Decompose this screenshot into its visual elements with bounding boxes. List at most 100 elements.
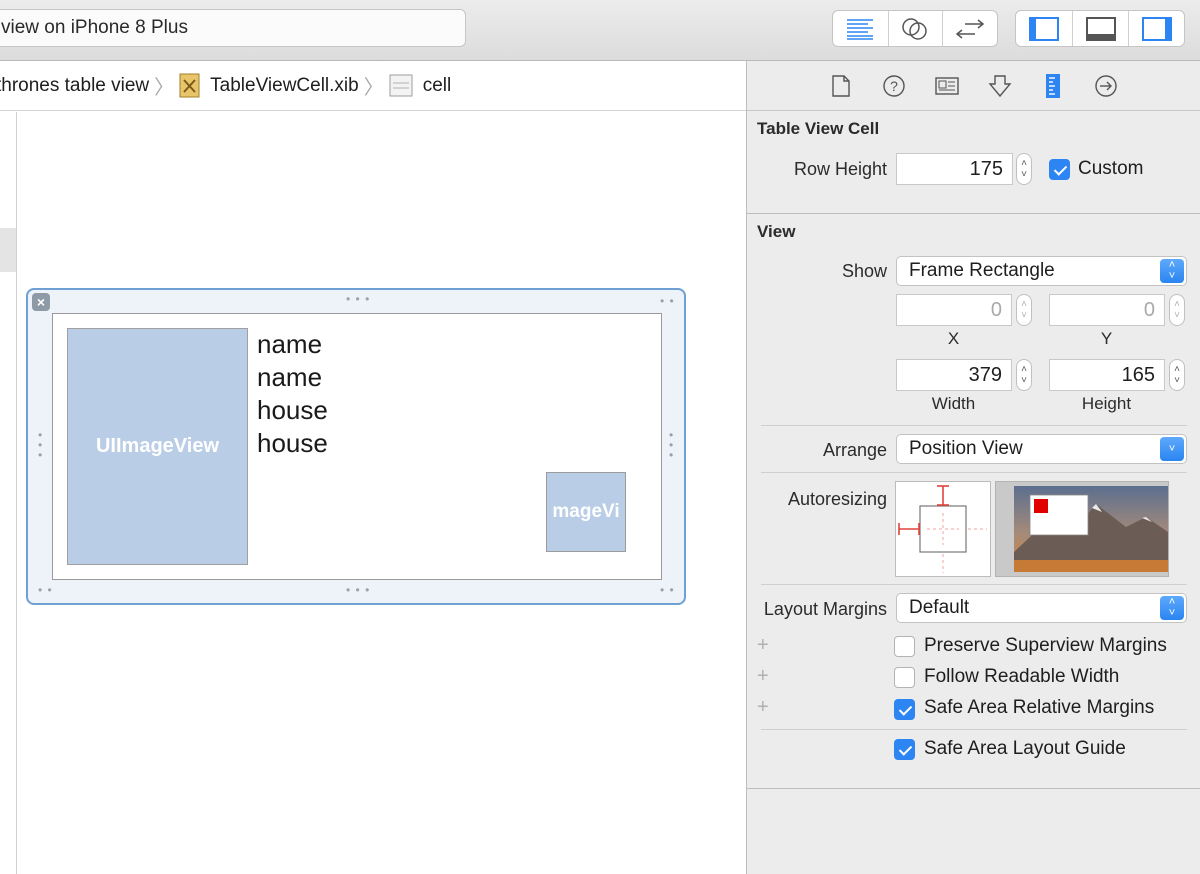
version-editor-icon <box>955 18 985 39</box>
show-label: Show <box>841 261 887 281</box>
image-view-large[interactable]: UIImageView <box>67 328 248 565</box>
y-field[interactable]: 0 <box>1049 294 1165 326</box>
divider <box>761 584 1187 585</box>
height-label: Height <box>1081 394 1132 413</box>
arrow-circle-right-icon <box>1095 74 1117 97</box>
image-view-small[interactable]: mageVi <box>546 472 626 552</box>
table-view-cell-frame[interactable]: × • • • • • • • • • • • • • • • • • • UIImag… <box>26 288 686 605</box>
layout-margins-popup-button[interactable]: Default ˄ ˅ <box>896 593 1187 623</box>
follow-readable-width-label: Follow Readable Width <box>924 666 1120 687</box>
resize-handle-right[interactable]: • • • <box>669 429 673 461</box>
panel-visibility-segmented-control <box>1015 10 1185 47</box>
safe-area-relative-margins-checkbox[interactable] <box>894 699 915 720</box>
preserve-superview-margins-checkbox[interactable] <box>894 636 915 657</box>
ruler-icon <box>1046 73 1060 98</box>
arrange-popup-button[interactable]: Position View ˅ <box>896 434 1187 464</box>
resize-handle-left[interactable]: • • • <box>38 429 42 461</box>
left-panel-icon <box>1029 16 1059 41</box>
chevron-up-down-icon: ˄ ˅ <box>1160 596 1184 620</box>
chevron-up-down-icon: ˄ ˅ <box>1160 259 1184 283</box>
height-field[interactable]: 165 <box>1049 359 1165 391</box>
breadcrumb-item-group[interactable]: thrones table view <box>0 75 149 97</box>
navigator-toggle-button[interactable] <box>1016 11 1072 46</box>
cell-content-view[interactable]: UIImageView name name house house mageVi <box>52 313 662 580</box>
safe-area-layout-guide-label: Safe Area Layout Guide <box>924 738 1126 759</box>
y-label: Y <box>1100 329 1113 348</box>
name-label[interactable]: name <box>257 361 328 394</box>
table-cell-icon <box>389 73 413 98</box>
xib-file-icon <box>179 73 200 98</box>
label-stack: name name house house <box>257 328 328 460</box>
bottom-panel-icon <box>1085 16 1116 41</box>
follow-readable-width-checkbox[interactable] <box>894 667 915 688</box>
add-variation-plus-icon[interactable]: + <box>757 634 769 657</box>
inspector-tab-bar: ? <box>747 61 1200 111</box>
name-label[interactable]: name <box>257 328 328 361</box>
attributes-shield-icon <box>988 74 1012 97</box>
standard-editor-icon <box>847 18 874 40</box>
safe-area-layout-guide-checkbox[interactable] <box>894 739 915 760</box>
show-popup-value: Frame Rectangle <box>909 260 1055 281</box>
standard-editor-button[interactable] <box>833 11 888 46</box>
debug-area-toggle-button[interactable] <box>1072 11 1128 46</box>
show-popup-button[interactable]: Frame Rectangle ˄ ˅ <box>896 256 1187 286</box>
chevron-right-icon: 〉 <box>154 77 175 99</box>
tab-connections-inspector[interactable] <box>1094 74 1118 98</box>
version-editor-button[interactable] <box>942 11 997 46</box>
chevron-down-icon: ˅ <box>1160 437 1184 461</box>
right-panel-icon <box>1141 16 1172 41</box>
breadcrumb: thrones table view 〉 TableViewCell.xib 〉… <box>0 61 746 111</box>
id-card-icon <box>935 76 959 95</box>
row-height-stepper[interactable]: ˄ ˅ <box>1016 153 1032 185</box>
svg-text:?: ? <box>890 78 898 94</box>
custom-checkbox[interactable] <box>1049 159 1070 180</box>
size-inspector: ? Table View Cell Row Height 175 ˄ ˅ Cus… <box>746 61 1200 874</box>
resize-handle-top-right[interactable]: • • <box>660 295 675 307</box>
house-label[interactable]: house <box>257 394 328 427</box>
editor-mode-segmented-control <box>832 10 998 47</box>
width-label: Width <box>931 394 976 413</box>
resize-handle-bottom-right[interactable]: • • <box>660 584 675 596</box>
breadcrumb-item-cell[interactable]: cell <box>423 75 452 97</box>
row-height-label: Row Height <box>793 159 887 179</box>
arrange-label: Arrange <box>822 440 887 460</box>
autoresizing-preview <box>995 481 1169 577</box>
interface-builder-canvas[interactable]: × • • • • • • • • • • • • • • • • • • UIImag… <box>0 112 746 874</box>
resize-handle-top[interactable]: • • • <box>346 293 370 305</box>
house-label[interactable]: house <box>257 427 328 460</box>
x-field[interactable]: 0 <box>896 294 1012 326</box>
tab-attributes-inspector[interactable] <box>988 74 1012 98</box>
tab-quick-help[interactable]: ? <box>882 74 906 98</box>
row-height-field[interactable]: 175 <box>896 153 1013 185</box>
arrange-popup-value: Position View <box>909 438 1023 459</box>
resize-handle-bottom[interactable]: • • • <box>346 584 370 596</box>
add-variation-plus-icon[interactable]: + <box>757 696 769 719</box>
utilities-toggle-button[interactable] <box>1128 11 1184 46</box>
assistant-editor-icon <box>902 17 928 40</box>
y-stepper[interactable]: ˄ ˅ <box>1169 294 1185 326</box>
x-stepper[interactable]: ˄ ˅ <box>1016 294 1032 326</box>
add-variation-plus-icon[interactable]: + <box>757 665 769 688</box>
autoresizing-label: Autoresizing <box>787 489 887 509</box>
document-icon <box>832 74 850 97</box>
safe-area-relative-margins-label: Safe Area Relative Margins <box>924 697 1155 718</box>
tab-file-inspector[interactable] <box>829 74 853 98</box>
breadcrumb-item-file[interactable]: TableViewCell.xib <box>210 75 359 97</box>
autoresizing-mask-editor[interactable] <box>895 481 991 577</box>
tab-identity-inspector[interactable] <box>935 74 959 98</box>
tab-size-inspector[interactable] <box>1041 73 1065 98</box>
height-stepper[interactable]: ˄ ˅ <box>1169 359 1185 391</box>
divider <box>761 425 1187 426</box>
section-title-view: View <box>757 222 796 241</box>
close-icon[interactable]: × <box>32 293 50 311</box>
assistant-editor-button[interactable] <box>887 11 943 46</box>
custom-checkbox-label: Custom <box>1078 158 1144 179</box>
document-outline-edge <box>0 112 17 874</box>
width-field[interactable]: 379 <box>896 359 1012 391</box>
preserve-superview-margins-label: Preserve Superview Margins <box>924 635 1167 656</box>
section-separator <box>747 213 1200 214</box>
width-stepper[interactable]: ˄ ˅ <box>1016 359 1032 391</box>
resize-handle-bottom-left[interactable]: • • <box>38 584 53 596</box>
scheme-destination-field[interactable]: view on iPhone 8 Plus <box>0 9 466 47</box>
divider <box>761 472 1187 473</box>
